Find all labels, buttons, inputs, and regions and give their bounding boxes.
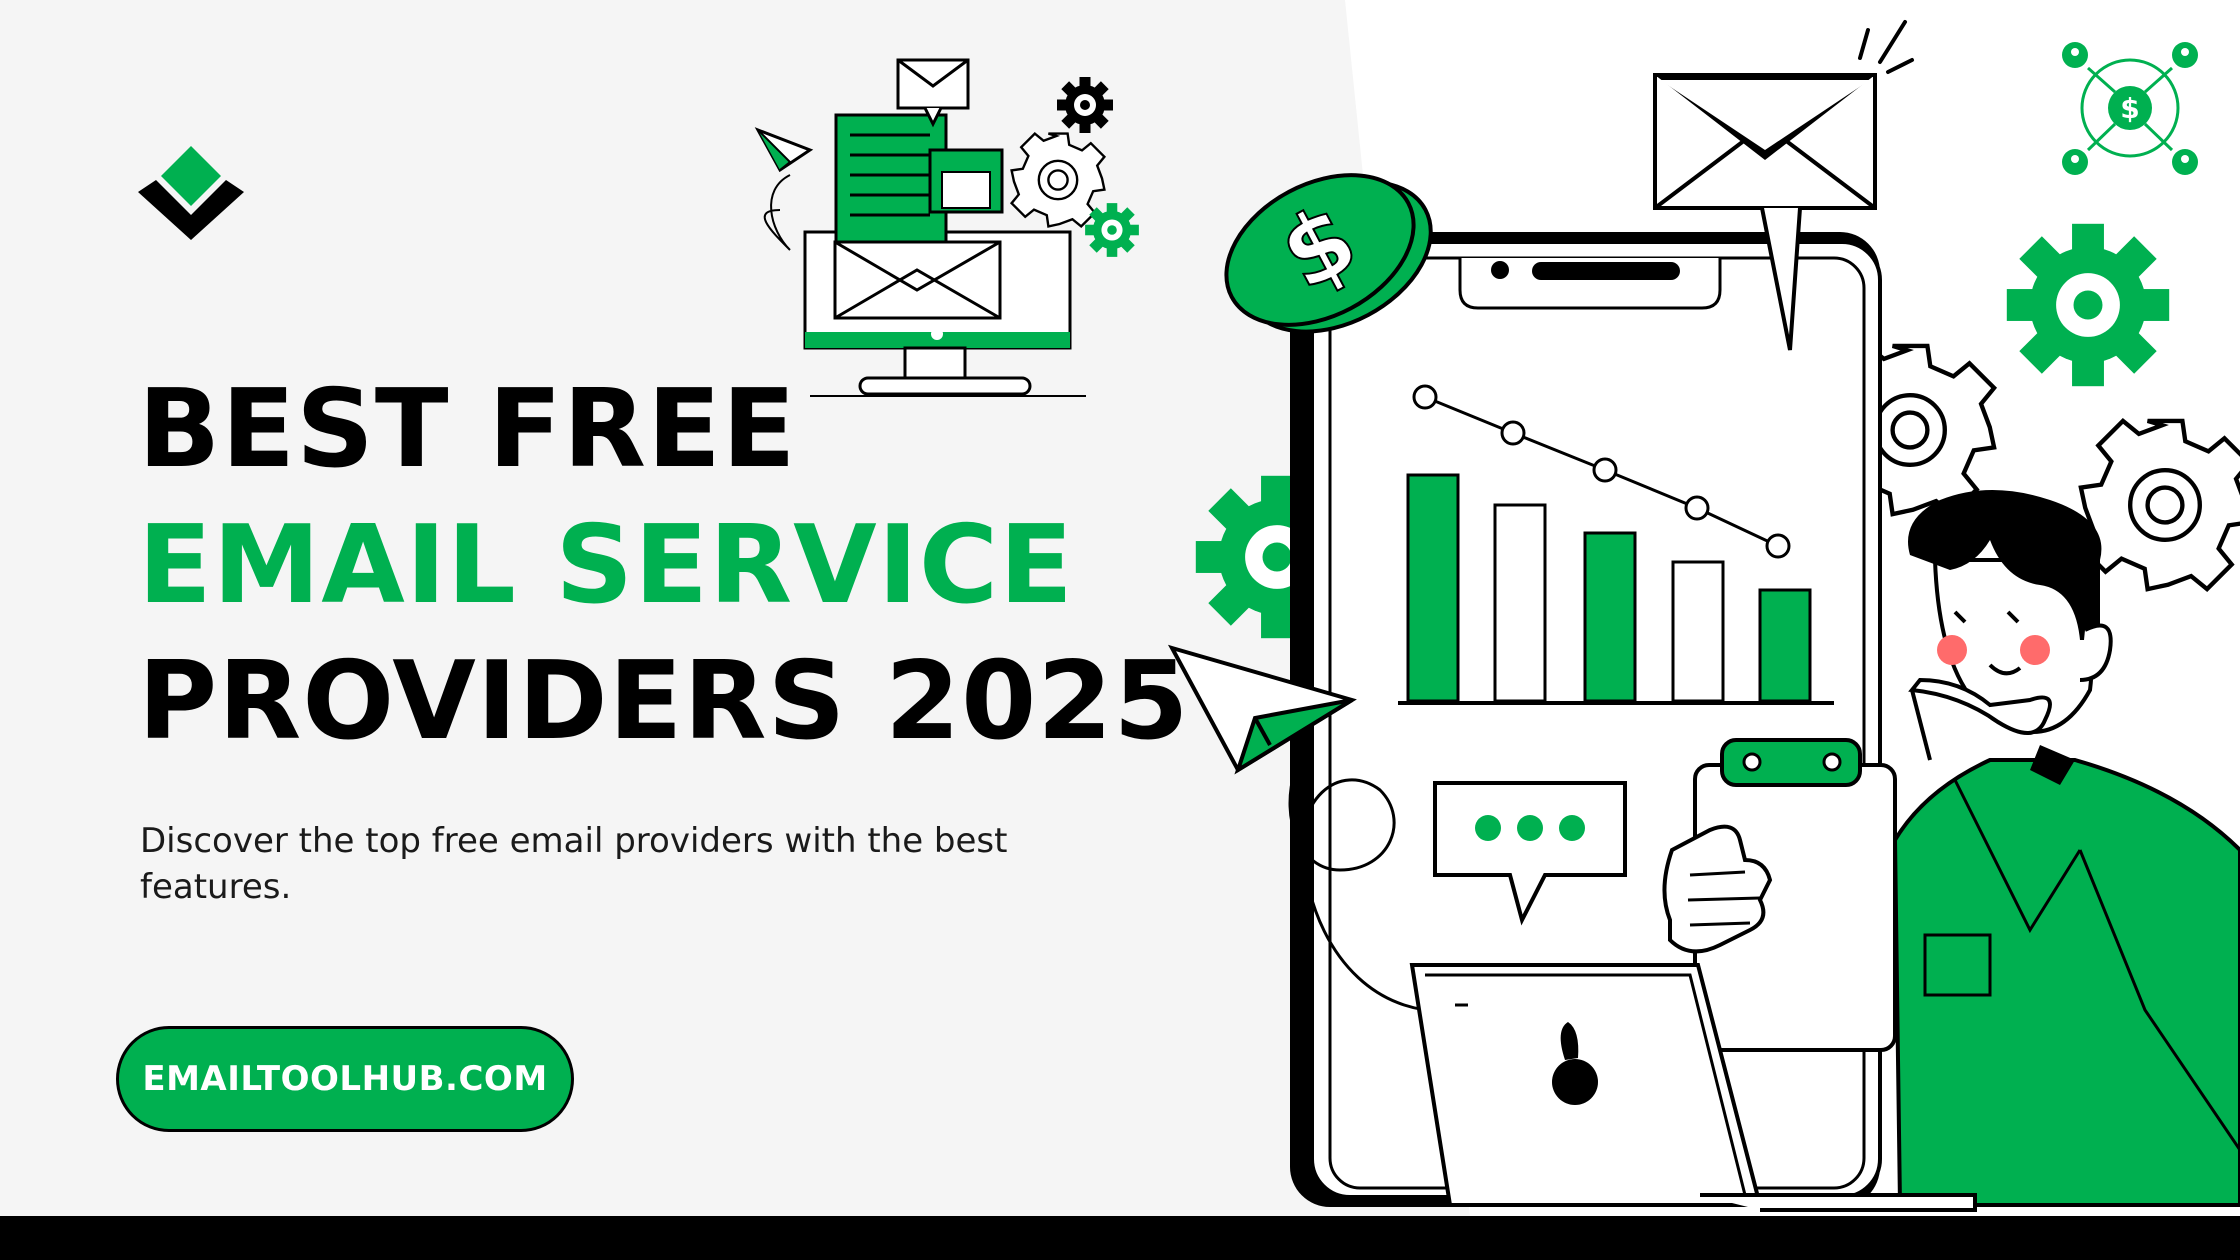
gear-icon <box>2081 421 2240 589</box>
gear-icon <box>2006 223 2170 387</box>
hero-illustration: $ $ <box>754 20 2240 1212</box>
person-thinking-icon <box>1892 490 2240 1207</box>
bottom-bar <box>0 1216 2240 1260</box>
svg-text:$: $ <box>2120 92 2139 125</box>
monitor-email-icon <box>754 58 1086 397</box>
network-dollar-icon: $ <box>2062 42 2198 175</box>
gear-icon <box>1085 203 1139 257</box>
gear-icon <box>1010 132 1106 228</box>
gear-icon <box>1057 77 1113 133</box>
